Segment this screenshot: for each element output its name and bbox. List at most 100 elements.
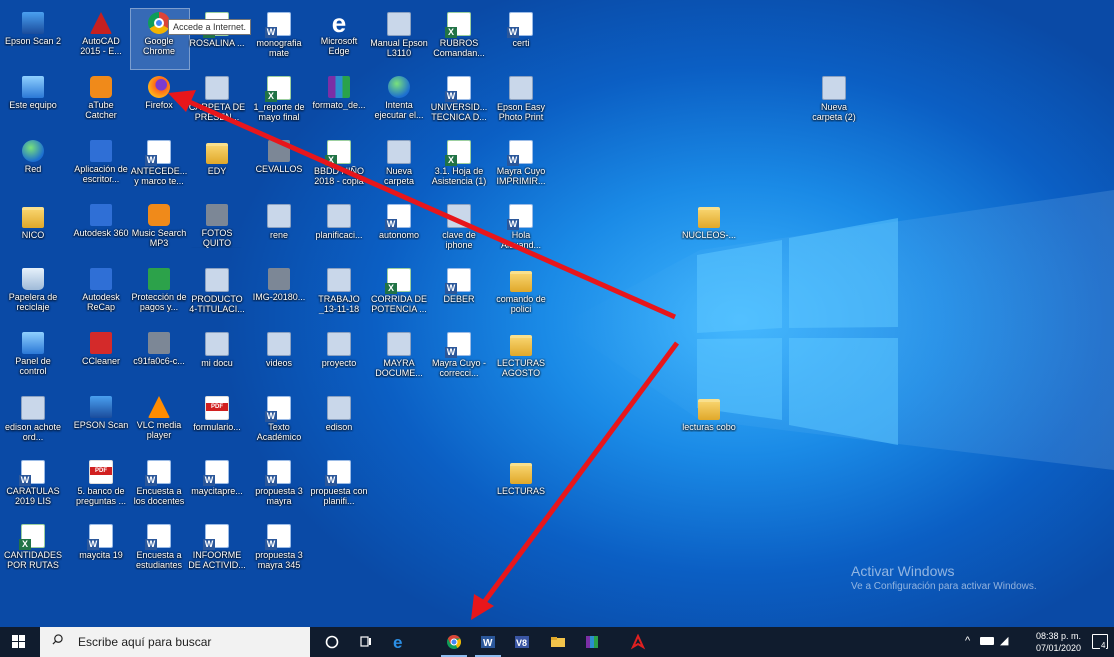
taskbar-file-explorer-button[interactable] [541,627,575,657]
desktop-icon[interactable]: CEVALLOS [250,134,308,198]
desktop-icon[interactable]: EPSON Scan [72,390,130,454]
taskbar-acrobat-button[interactable] [621,627,655,657]
desktop-icon[interactable]: Aplicación de escritor... [72,134,130,198]
desktop-icon[interactable]: INFOORME DE ACTIVID... [188,518,246,582]
desktop-icon[interactable]: CORRIDA DE POTENCIA ... [370,262,428,326]
desktop-icon[interactable]: propuesta con planifi... [310,454,368,518]
desktop-icon[interactable]: e Microsoft Edge [310,6,368,70]
desktop-icon[interactable]: LECTURAS AGOSTO [492,326,550,390]
desktop-icon[interactable]: Texto Académico [250,390,308,454]
desktop-icon[interactable]: mi docu [188,326,246,390]
desktop-icon[interactable]: CANTIDADES POR RUTAS [4,518,62,582]
desktop-icon[interactable]: CARATULAS 2019 LIS [4,454,62,518]
desktop-icon[interactable]: TRABAJO _13-11-18 [310,262,368,326]
desktop-icon[interactable]: Hola Alexand... [492,198,550,262]
desktop-icon[interactable]: RUBROS Comandan... [430,6,488,70]
desktop-icon[interactable]: 3.1. Hoja de Asistencia (1) [430,134,488,198]
desktop-icon[interactable]: Autodesk ReCap [72,262,130,326]
taskbar-chrome-button[interactable] [437,627,471,657]
network-icon[interactable] [980,637,994,645]
desktop-icon[interactable]: certi [492,6,550,70]
desktop-icon[interactable]: Nueva carpeta (2) [805,70,863,134]
desktop[interactable]: Epson Scan 2 AutoCAD 2015 - E... Google Ch… [0,0,1114,627]
desktop-icon[interactable]: NUCLEOS-... [680,198,738,262]
generic-icon [205,76,229,100]
desktop-icon[interactable]: CARPETA DE PRESEN... [188,70,246,134]
desktop-icon[interactable]: AutoCAD 2015 - E... [72,6,130,70]
chrome-icon [447,634,462,649]
desktop-icon[interactable]: propuesta 3 mayra 345 [250,518,308,582]
desktop-icon[interactable]: Este equipo [4,70,62,134]
desktop-icon[interactable]: maycita 19 [72,518,130,582]
desktop-icon[interactable]: VLC media player [130,390,188,454]
desktop-icon[interactable]: formulario... [188,390,246,454]
desktop-icon[interactable]: Papelera de reciclaje [4,262,62,326]
clock[interactable]: 08:38 p. m. 07/01/2020 [1036,630,1081,654]
desktop-icon[interactable]: Protección de pagos y... [130,262,188,326]
desktop-icon[interactable]: ANTECEDE... y marco te... [130,134,188,198]
visio-icon: V8 [515,636,529,648]
desktop-icon[interactable]: Google Chrome [130,6,188,70]
desktop-icon[interactable]: propuesta 3 mayra [250,454,308,518]
desktop-icon[interactable]: EDY [188,134,246,198]
desktop-icon[interactable]: edison [310,390,368,454]
desktop-icon[interactable]: Mayra Cuyo - correcci... [430,326,488,390]
desktop-icon[interactable]: Manual Epson L3110 [370,6,428,70]
search-box[interactable]: Escribe aquí para buscar [40,627,310,657]
desktop-icon[interactable]: PRODUCTO 4-TITULACI... [188,262,246,326]
desktop-icon[interactable]: Red [4,134,62,198]
word-icon [145,524,171,550]
desktop-icon[interactable]: NICO [4,198,62,262]
generic-icon [447,204,471,228]
taskbar-word-button[interactable]: W [471,627,505,657]
volume-icon[interactable]: ◢ [1000,634,1008,647]
taskbar-winrar-button[interactable] [575,627,609,657]
desktop-icon[interactable]: LECTURAS [492,454,550,518]
taskbar-cortana-button[interactable] [315,627,349,657]
desktop-icon[interactable]: DEBER [430,262,488,326]
desktop-icon[interactable]: 1_reporte de mayo final [250,70,308,134]
taskbar-task-view-button[interactable] [349,627,383,657]
notification-center-icon[interactable]: 4 [1092,634,1108,650]
desktop-icon[interactable]: comando de polici [492,262,550,326]
desktop-icon[interactable]: 5. banco de preguntas ... [72,454,130,518]
taskbar-edge-button[interactable]: e [383,627,417,657]
desktop-icon-label: comando de polici [496,294,546,314]
desktop-icon[interactable]: edison achote ord... [4,390,62,454]
desktop-icon[interactable]: Music Search MP3 [130,198,188,262]
desktop-icon[interactable]: Mayra Cuyo IMPRIMIR... [492,134,550,198]
desktop-icon[interactable]: UNIVERSID... TECNICA D... [430,70,488,134]
desktop-icon[interactable]: MAYRA DOCUME... [370,326,428,390]
desktop-icon[interactable]: Epson Easy Photo Print [492,70,550,134]
start-button[interactable] [0,627,40,657]
desktop-icon[interactable]: maycitapre... [188,454,246,518]
desktop-icon[interactable]: rene [250,198,308,262]
desktop-icon[interactable]: Encuesta a estudiantes [130,518,188,582]
desktop-icon[interactable]: IMG-20180... [250,262,308,326]
show-hidden-icons-icon[interactable]: ^ [965,635,970,647]
desktop-icon[interactable]: clave de iphone [430,198,488,262]
taskbar-visio-button[interactable]: V8 [505,627,539,657]
desktop-icon[interactable]: Panel de control [4,326,62,390]
desktop-icon[interactable]: autonomo [370,198,428,262]
desktop-icon[interactable]: CCleaner [72,326,130,390]
desktop-icon[interactable]: videos [250,326,308,390]
desktop-icon[interactable]: Epson Scan 2 [4,6,62,70]
desktop-icon[interactable]: planificaci... [310,198,368,262]
desktop-icon-label: clave de iphone [442,230,476,250]
desktop-icon[interactable]: Encuesta a los docentes [130,454,188,518]
desktop-icon[interactable]: FOTOS QUITO PROYECTO [188,198,246,262]
desktop-icon[interactable]: proyecto [310,326,368,390]
desktop-icon[interactable]: Nueva carpeta [370,134,428,198]
generic-icon [387,332,411,356]
desktop-icon[interactable]: Firefox [130,70,188,134]
desktop-icon[interactable]: c91fa0c6-c... [130,326,188,390]
desktop-icon[interactable]: formato_de... [310,70,368,134]
desktop-icon[interactable]: BBDD NIÑO 2018 - copia [310,134,368,198]
desktop-icon[interactable]: Intenta ejecutar el... [370,70,428,134]
desktop-icon[interactable]: ROSALINA ... [188,6,246,70]
desktop-icon[interactable]: monografia mate [250,6,308,70]
desktop-icon[interactable]: aTube Catcher [72,70,130,134]
desktop-icon[interactable]: Autodesk 360 [72,198,130,262]
desktop-icon[interactable]: lecturas cobo [680,390,738,454]
